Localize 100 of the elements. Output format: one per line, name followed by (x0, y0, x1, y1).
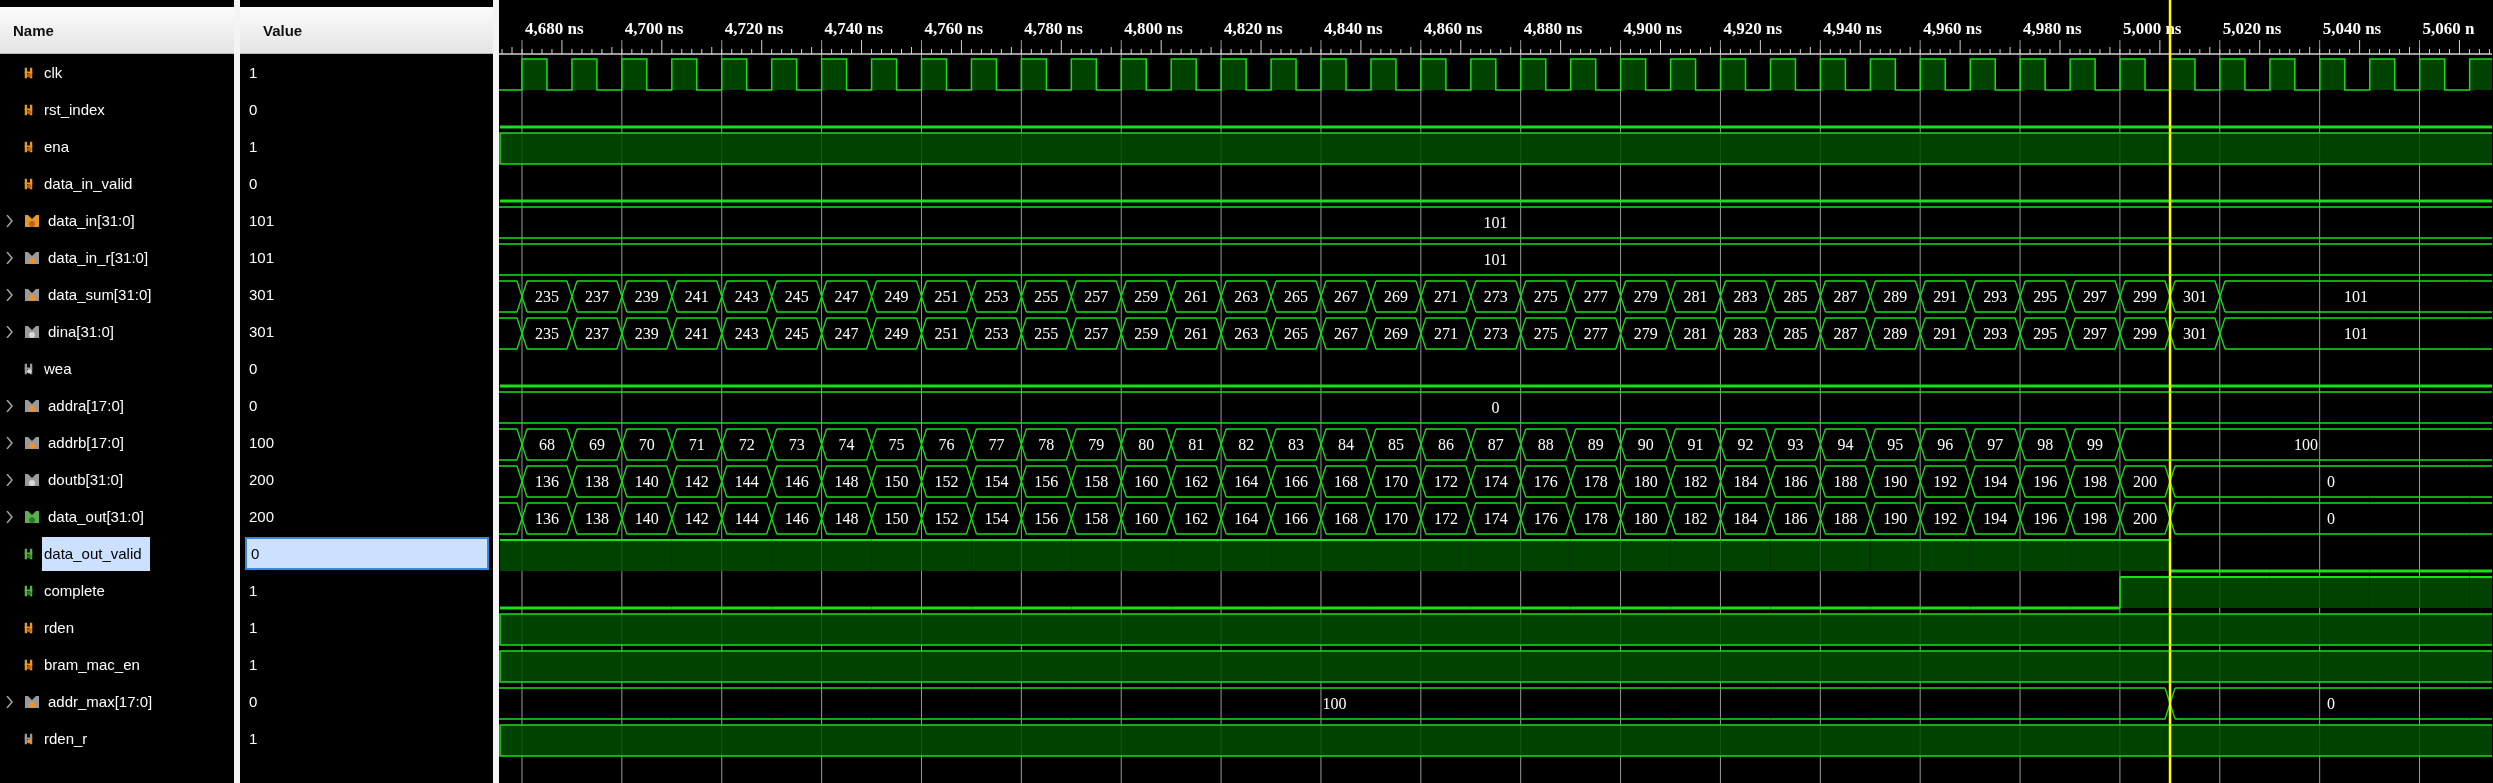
signal-name[interactable]: addrb[17:0] (46, 425, 132, 460)
bus-value: 235 (534, 325, 559, 342)
chevron-icon[interactable] (6, 251, 14, 264)
chevron-icon[interactable] (6, 325, 14, 338)
bus-value: 0 (2327, 695, 2335, 712)
chevron-icon[interactable] (6, 695, 14, 708)
signal-name[interactable]: rden_r (42, 721, 96, 756)
signal-name[interactable]: dina[31:0] (46, 314, 122, 349)
signal-name[interactable]: data_in_r[31:0] (46, 240, 157, 275)
signal-icon (24, 397, 40, 414)
bus-value: 89 (1587, 436, 1604, 453)
signal-name[interactable]: complete (42, 573, 113, 608)
bus-value: 253 (984, 288, 1009, 305)
chevron-icon[interactable] (6, 436, 14, 449)
bus-value: 279 (1633, 288, 1658, 305)
bus-value: 158 (1084, 510, 1109, 527)
bus-value: 293 (1983, 325, 2008, 342)
time-label: 4,820 ns (1224, 19, 1283, 38)
signal-name[interactable]: addra[17:0] (46, 388, 132, 423)
bus-value: 259 (1134, 288, 1159, 305)
bus-value: 241 (684, 288, 709, 305)
bus-value: 291 (1933, 325, 1958, 342)
bus-value: 172 (1433, 510, 1458, 527)
signal-name[interactable]: data_out[31:0] (46, 499, 152, 534)
bus-value: 239 (634, 288, 659, 305)
signal-name[interactable]: bram_mac_en (42, 647, 148, 682)
bus-value: 172 (1433, 473, 1458, 490)
bus-value: 291 (1933, 288, 1958, 305)
bus-value: 265 (1284, 325, 1309, 342)
bus-value: 182 (1683, 510, 1708, 527)
bus-value: 96 (1937, 436, 1954, 453)
signal-name[interactable]: ena (42, 129, 78, 164)
signal-value: 200 (248, 507, 276, 527)
signal-name[interactable]: data_in[31:0] (46, 203, 143, 238)
bus-value: 200 (2133, 510, 2158, 527)
bus-value: 101 (2344, 325, 2368, 342)
chevron-icon[interactable] (6, 288, 14, 301)
bus-value: 271 (1433, 325, 1458, 342)
bus-value: 83 (1288, 436, 1305, 453)
bus-value: 158 (1084, 473, 1109, 490)
bus-value: 76 (938, 436, 955, 453)
bus-value: 97 (1987, 436, 2004, 453)
signal-name[interactable]: rst_index (42, 92, 113, 127)
bus-value: 0 (1491, 399, 1500, 416)
bus-value: 170 (1383, 473, 1408, 490)
chevron-icon[interactable] (6, 399, 14, 412)
time-label: 4,740 ns (824, 19, 884, 38)
column-header[interactable]: Value (240, 7, 493, 54)
signal-name[interactable]: data_sum[31:0] (46, 277, 160, 312)
signal-value: 1 (248, 655, 259, 675)
signal-name[interactable]: rden (42, 610, 83, 645)
bus-value: 247 (834, 325, 859, 342)
bus-value: 100 (1322, 695, 1347, 712)
bus-value: 178 (1583, 473, 1608, 490)
signal-name[interactable]: data_out_valid (42, 536, 150, 571)
bus-value: 281 (1683, 325, 1708, 342)
bus-value: 93 (1787, 436, 1804, 453)
bus-value: 251 (934, 325, 959, 342)
signal-icon (24, 693, 40, 710)
bus-value: 299 (2133, 288, 2158, 305)
time-label: 4,760 ns (924, 19, 984, 38)
bus-value: 152 (934, 473, 959, 490)
bus-value: 249 (884, 288, 909, 305)
bus-value: 285 (1783, 288, 1808, 305)
bus-value: 75 (888, 436, 905, 453)
signal-name[interactable]: clk (42, 55, 71, 90)
bus-value: 271 (1433, 288, 1458, 305)
signal-name[interactable]: doutb[31:0] (46, 462, 132, 497)
bus-value: 267 (1334, 325, 1358, 342)
time-label: 4,720 ns (724, 19, 784, 38)
signal-value: 1 (248, 63, 259, 83)
bus-value: 198 (2083, 510, 2108, 527)
chevron-icon[interactable] (6, 473, 14, 486)
bus-value: 99 (2087, 436, 2104, 453)
bus-value: 301 (2183, 288, 2207, 305)
bus-value: 273 (1483, 325, 1508, 342)
signal-name[interactable]: data_in_valid (42, 166, 141, 201)
bus-value: 94 (1837, 436, 1854, 453)
bus-value: 101 (1483, 251, 1508, 268)
signal-value: 1 (248, 729, 259, 749)
signal-value: 0 (248, 396, 259, 416)
bus-value: 249 (884, 325, 909, 342)
bus-value: 257 (1084, 288, 1109, 305)
bus-value: 265 (1284, 288, 1309, 305)
signal-value: 0 (248, 359, 259, 379)
bus-value: 138 (584, 473, 609, 490)
bus-value: 283 (1733, 325, 1758, 342)
chevron-icon[interactable] (6, 214, 14, 227)
bus-value: 136 (534, 510, 559, 527)
column-header[interactable]: Name (0, 7, 234, 54)
time-label: 4,780 ns (1024, 19, 1083, 38)
bus-value: 281 (1683, 288, 1708, 305)
time-label: 4,800 ns (1124, 19, 1183, 38)
time-label: 5,060 n (2422, 19, 2475, 38)
bus-value: 180 (1633, 473, 1658, 490)
chevron-icon[interactable] (6, 510, 14, 523)
bus-value: 160 (1134, 473, 1159, 490)
signal-name[interactable]: addr_max[17:0] (46, 684, 161, 719)
bus-value: 71 (688, 436, 705, 453)
signal-name[interactable]: wea (42, 351, 80, 386)
